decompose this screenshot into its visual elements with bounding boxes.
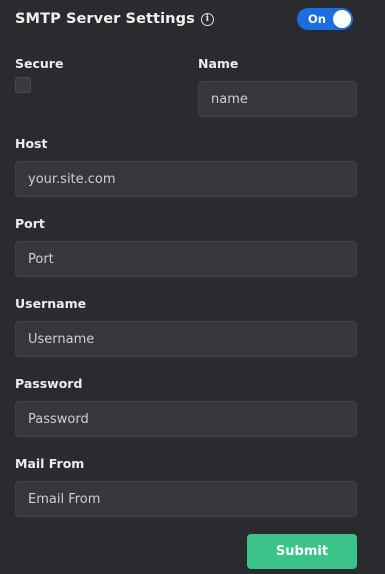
submit-button[interactable]: Submit [247,534,357,569]
enable-toggle[interactable]: On [297,8,353,30]
host-input[interactable] [15,161,357,197]
port-input[interactable] [15,241,357,277]
password-label: Password [15,376,83,391]
mail-from-label: Mail From [15,456,85,471]
password-input[interactable] [15,401,357,437]
panel-title: SMTP Server Settings [15,11,195,27]
toggle-knob [333,10,351,28]
port-label: Port [15,216,45,231]
info-icon[interactable]: i [200,12,214,26]
name-label: Name [198,56,239,71]
mail-from-input[interactable] [15,481,357,517]
username-input[interactable] [15,321,357,357]
name-input[interactable] [198,81,357,117]
secure-checkbox[interactable] [15,77,31,93]
toggle-label: On [308,12,326,26]
secure-label: Secure [15,56,64,71]
smtp-settings-panel: SMTP Server Settings i On Secure Name Ho… [0,0,385,574]
username-label: Username [15,296,87,311]
host-label: Host [15,136,48,151]
